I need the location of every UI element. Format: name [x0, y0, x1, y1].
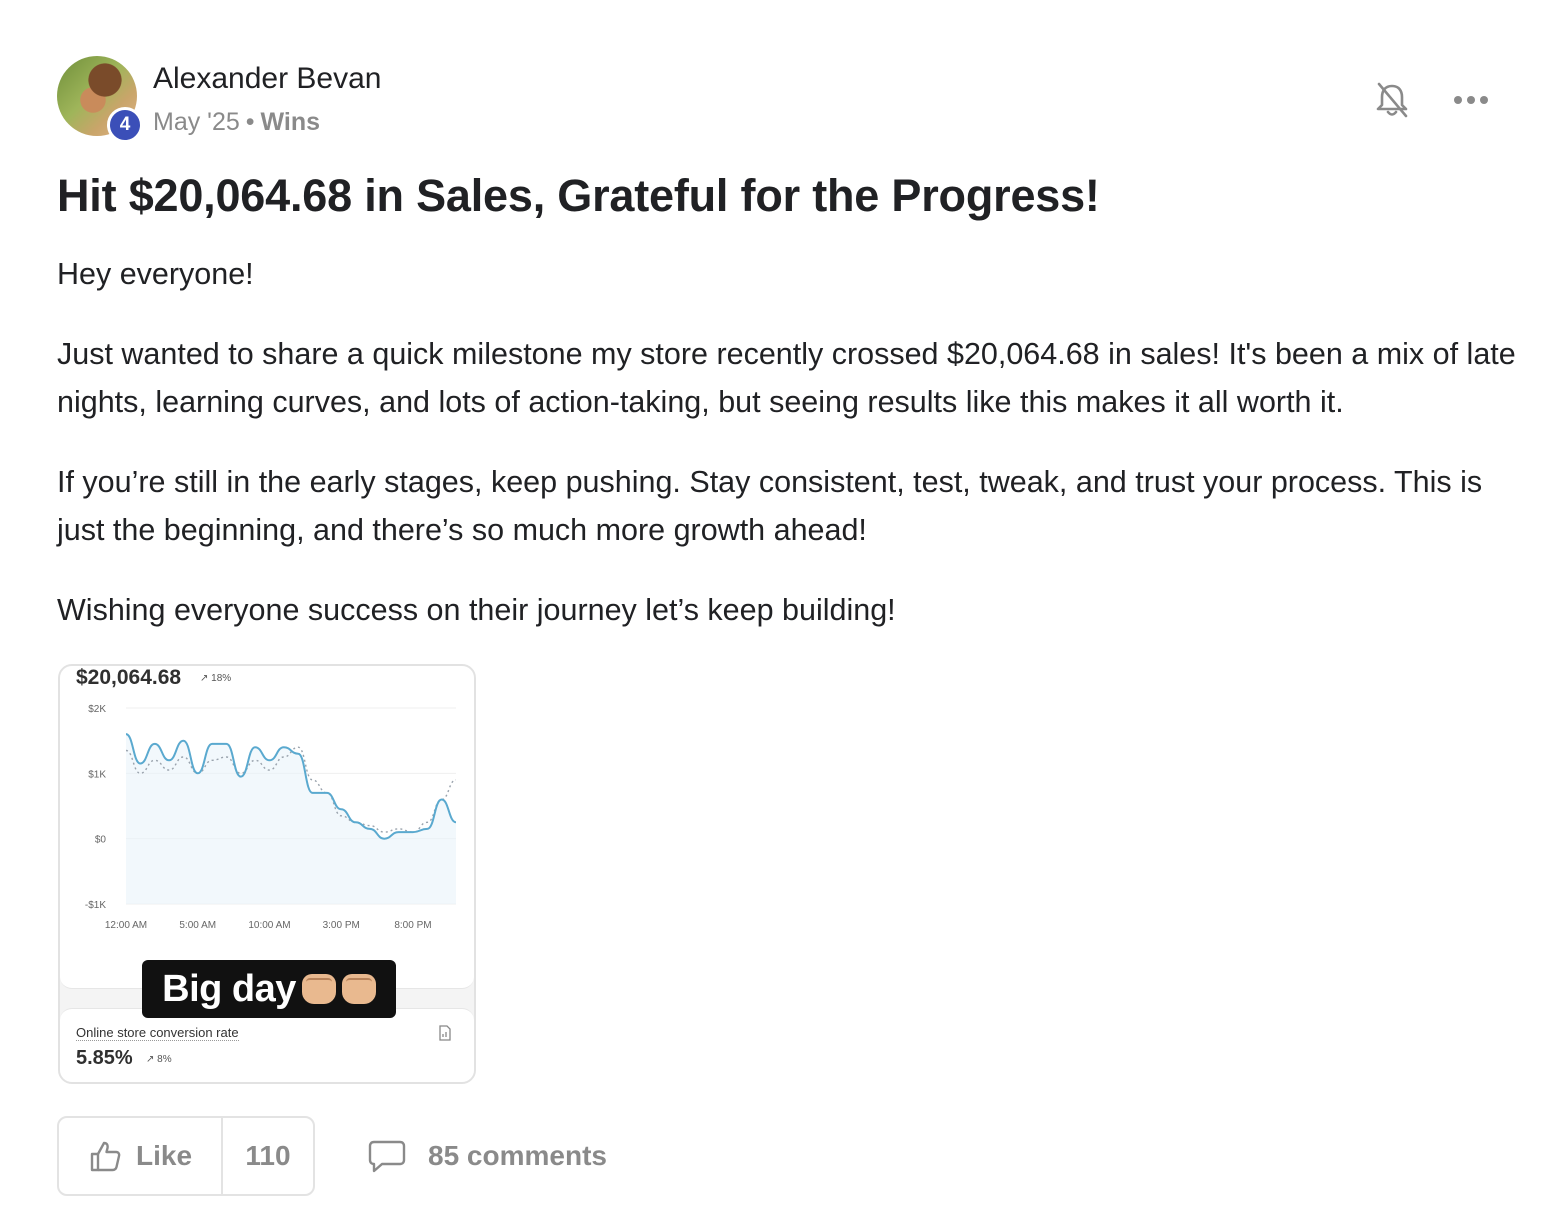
more-options-button[interactable] [1450, 84, 1494, 116]
thumbs-up-icon [90, 1141, 121, 1172]
fist-bump-icon [301, 974, 336, 1004]
post-title: Hit $20,064.68 in Sales, Grateful for th… [57, 170, 1100, 221]
post-paragraph: Hey everyone! [57, 257, 254, 291]
big-day-caption: Big day [142, 960, 396, 1018]
y-tick-label: $2K [88, 704, 106, 715]
comments-label: 85 comments [428, 1140, 607, 1171]
total-sales-change: ↗ 18% [200, 673, 232, 684]
conversion-change: ↗ 8% [146, 1054, 172, 1065]
comments-link[interactable]: 85 comments [368, 1130, 607, 1182]
post-body: Hey everyone! Just wanted to share a qui… [57, 250, 1517, 666]
post-category[interactable]: Wins [261, 108, 321, 136]
meta-separator: • [245, 108, 255, 136]
like-count[interactable]: 110 [223, 1118, 313, 1194]
conversion-value: 5.85% [76, 1047, 133, 1069]
like-label: Like [135, 1140, 193, 1171]
x-tick-label: 10:00 AM [248, 920, 290, 931]
y-tick-label: -$1K [85, 900, 106, 911]
y-tick-label: $1K [88, 769, 106, 780]
ellipsis-icon [1454, 96, 1488, 104]
conversion-label: Online store conversion rate [76, 1025, 239, 1041]
post-paragraph: Just wanted to share a quick milestone m… [57, 337, 1516, 419]
attached-image[interactable]: $20,064.68 ↗ 18% $2K $1K $0 -$1K 12:00 AM 5:0… [58, 664, 476, 1084]
fist-bump-icon [341, 974, 376, 1004]
post-paragraph: Wishing everyone success on their journe… [57, 593, 896, 627]
author-name[interactable]: Alexander Bevan [153, 62, 382, 96]
conversion-card: Online store conversion rate 5.85% ↗ 8% [60, 1008, 474, 1082]
x-tick-label: 8:00 PM [394, 920, 431, 931]
post-card: 4 Alexander Bevan May '25 • Wins Hit $20,0… [0, 0, 1560, 1220]
area-fill [126, 734, 456, 904]
big-day-text: Big day [162, 967, 296, 1010]
notifications-toggle-button[interactable] [1370, 78, 1414, 122]
bell-off-icon [1376, 82, 1408, 118]
author-level-badge: 4 [107, 107, 143, 143]
x-tick-label: 3:00 PM [323, 920, 360, 931]
sales-line-chart: $2K $1K $0 -$1K 12:00 AM 5:00 AM 10:00 AM 3:00 … [85, 704, 457, 931]
like-control: Like 110 [57, 1116, 315, 1196]
x-tick-label: 5:00 AM [179, 920, 216, 931]
total-sales-value: $20,064.68 [76, 666, 182, 689]
x-tick-label: 12:00 AM [105, 920, 147, 931]
report-icon [439, 1025, 451, 1041]
post-meta: May '25 • Wins [153, 108, 320, 137]
comment-bubble-icon [368, 1140, 406, 1173]
post-paragraph: If you’re still in the early stages, kee… [57, 465, 1483, 547]
like-button[interactable]: Like [59, 1118, 223, 1194]
y-tick-label: $0 [95, 835, 107, 846]
post-date: May '25 [153, 108, 240, 136]
sales-card: $20,064.68 ↗ 18% $2K $1K $0 -$1K 12:00 AM 5:0… [60, 666, 474, 989]
